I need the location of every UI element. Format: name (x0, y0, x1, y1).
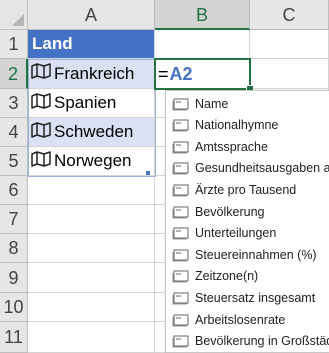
row-header-7[interactable]: 7 (0, 205, 28, 234)
field-list-item[interactable]: Arbeitslosenrate (166, 309, 329, 330)
field-list-label: Steuereinnahmen (%) (195, 247, 317, 262)
field-list-label: Amtssprache (195, 139, 268, 154)
field-card-icon (172, 183, 190, 197)
row-header-6[interactable]: 6 (0, 176, 28, 205)
column-header-b[interactable]: B (155, 0, 250, 30)
field-list-label: Steuersatz insgesamt (195, 290, 316, 305)
cell-a11[interactable] (28, 322, 155, 353)
field-card-icon (172, 140, 190, 154)
country-cell-norwegen[interactable]: Norwegen (28, 147, 155, 176)
select-all-corner[interactable] (0, 0, 28, 30)
map-icon (31, 121, 51, 143)
cell-a7[interactable] (28, 205, 155, 234)
formula-reference: A2 (169, 63, 193, 84)
field-list-label: Bevölkerung (195, 204, 265, 219)
field-list-item[interactable]: Steuersatz insgesamt (166, 287, 329, 308)
row-header-5[interactable]: 5 (0, 147, 28, 176)
table-header-label: Land (32, 34, 73, 53)
country-cell-spanien[interactable]: Spanien (28, 89, 155, 118)
field-list-label: Nationalhymne (195, 118, 279, 133)
table-header-cell[interactable]: Land (28, 30, 155, 59)
field-list-label: Arbeitslosenrate (195, 312, 286, 327)
field-list-label: Bevölkerung in Großstädten (195, 334, 329, 349)
field-card-icon (172, 226, 190, 240)
country-name: Schweden (54, 122, 134, 141)
row-header-11[interactable]: 11 (0, 322, 28, 353)
field-list-label: Name (195, 96, 229, 111)
field-list-item[interactable]: Name (166, 93, 329, 114)
field-card-icon (172, 97, 190, 111)
spreadsheet: A B C 1 2 3 4 5 6 7 8 9 10 11 Land Frankreich Span… (0, 0, 329, 353)
row-header-9[interactable]: 9 (0, 263, 28, 293)
field-card-icon (172, 269, 190, 283)
row-header-8[interactable]: 8 (0, 234, 28, 263)
field-card-icon (172, 334, 190, 348)
field-list-item[interactable]: Ärzte pro Tausend (166, 179, 329, 200)
field-list-item[interactable]: Amtssprache (166, 136, 329, 157)
field-card-icon (172, 118, 190, 132)
row-header-10[interactable]: 10 (0, 293, 28, 322)
field-list-item[interactable]: Unterteilungen (166, 223, 329, 244)
field-list-item[interactable]: Gesundheitsausgaben als % (166, 158, 329, 179)
field-list-label: Ärzte pro Tausend (195, 182, 297, 197)
country-cell-frankreich[interactable]: Frankreich (28, 59, 155, 89)
field-list-item[interactable]: Steuereinnahmen (%) (166, 244, 329, 265)
field-list-label: Zeitzone(n) (195, 269, 259, 284)
field-list-item[interactable]: Bevölkerung (166, 201, 329, 222)
field-list-item[interactable]: Bevölkerung in Großstädten (166, 331, 329, 352)
row-header-3[interactable]: 3 (0, 89, 28, 118)
field-card-icon (172, 161, 190, 175)
country-name: Norwegen (54, 151, 132, 170)
field-card-icon (172, 291, 190, 305)
cell-b1[interactable] (155, 30, 250, 59)
map-icon (31, 92, 51, 114)
field-list-label: Gesundheitsausgaben als % (195, 161, 329, 176)
country-name: Frankreich (54, 63, 135, 83)
field-card-icon (172, 313, 190, 327)
map-icon (31, 150, 51, 172)
field-autocomplete-list[interactable]: Name Nationalhymne Amtssprache Gesundheitsa… (165, 90, 329, 353)
column-header-a[interactable]: A (28, 0, 155, 30)
table-resize-handle[interactable] (146, 171, 150, 175)
map-icon (31, 63, 51, 84)
cell-a10[interactable] (28, 293, 155, 322)
cell-a8[interactable] (28, 234, 155, 263)
cell-c2[interactable] (250, 59, 329, 89)
field-list-item[interactable]: Nationalhymne (166, 115, 329, 136)
row-header-2[interactable]: 2 (0, 59, 28, 89)
formula-equals: = (158, 63, 169, 84)
row-header-4[interactable]: 4 (0, 118, 28, 147)
field-card-icon (172, 248, 190, 262)
cell-a9[interactable] (28, 263, 155, 293)
field-card-icon (172, 205, 190, 219)
country-name: Spanien (54, 93, 117, 112)
active-cell-b2[interactable]: = A2 (154, 58, 251, 90)
cell-c1[interactable] (250, 30, 329, 59)
country-cell-schweden[interactable]: Schweden (28, 118, 155, 147)
column-header-c[interactable]: C (250, 0, 329, 30)
cell-a6[interactable] (28, 176, 155, 205)
field-list-label: Unterteilungen (195, 226, 277, 241)
field-list-item[interactable]: Zeitzone(n) (166, 266, 329, 287)
row-header-1[interactable]: 1 (0, 30, 28, 59)
